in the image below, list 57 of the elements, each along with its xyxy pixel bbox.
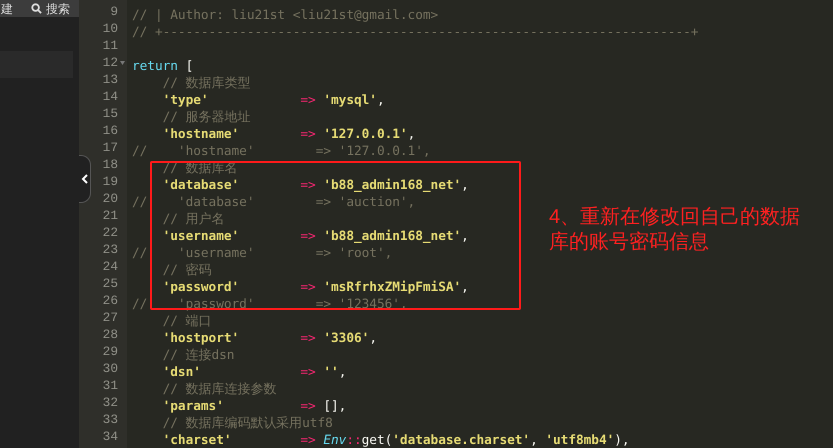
line-number: 27 [102,309,118,326]
code-line: 'hostport' => '3306', [162,331,377,346]
code-line: 'database' => 'b88_admin168_net', [162,178,469,193]
line-number: 30 [102,360,118,377]
chevron-left-icon [81,174,88,184]
line-number: 25 [102,275,118,292]
line-number: 20 [102,190,118,207]
line-number: 22 [102,224,118,241]
line-number: 16 [102,122,118,139]
collapse-handle[interactable] [79,155,91,203]
code-line: // 数据库连接参数 [162,382,276,397]
line-number: 17 [102,139,118,156]
line-number: 12 [102,54,118,71]
code-line: // 服务器地址 [162,110,250,125]
code-line: // 'password' => '123456', [132,297,408,312]
line-number: 13 [102,71,118,88]
line-number: 11 [102,37,118,54]
fold-arrow-icon[interactable] [120,61,125,65]
code-line: // 数据库编码默认采用utf8 [162,416,333,431]
line-number: 34 [102,428,118,445]
code-line: 'charset' => Env::get('database.charset', 'utf8mb4'), [162,433,630,448]
line-number: 26 [102,292,118,309]
line-number: 28 [102,326,118,343]
code-line: // 数据库类型 [162,76,250,91]
code-line: return [ [132,59,194,74]
code-line: // | Author: liu21st <liu21st@gmail.com> [132,8,438,23]
line-number: 9 [110,3,118,20]
line-number: 23 [102,241,118,258]
code-line: // 连接dsn [162,348,234,363]
line-number: 10 [102,20,118,37]
line-number: 14 [102,88,118,105]
code-line: 'dsn' => '', [162,365,346,380]
code-line: 'type' => 'mysql', [162,93,385,108]
code-line: 'password' => 'msRfrhxZMipFmiSA', [162,280,469,295]
code-line: // 用户名 [162,212,224,227]
code-line: // 'database' => 'auction', [132,195,416,210]
line-number: 19 [102,173,118,190]
toolbar-button[interactable]: 建 [1,0,13,17]
code-line: 'hostname' => '127.0.0.1', [162,127,416,142]
code-line: // +---------------------------------------------------------------------+ [132,25,698,40]
line-number: 18 [102,156,118,173]
search-icon [31,3,42,14]
line-number: 32 [102,394,118,411]
line-number: 31 [102,377,118,394]
line-number: 29 [102,343,118,360]
code-line: 'username' => 'b88_admin168_net', [162,229,469,244]
code-line: // 'hostname' => '127.0.0.1', [132,144,431,159]
code-line: // 密码 [162,263,212,278]
code-line: 'params' => [], [162,399,346,414]
search-button[interactable]: 搜索 [31,0,70,17]
line-number: 15 [102,105,118,122]
line-number: 24 [102,258,118,275]
annotation-text: 4、重新在修改回自己的数据库的账号密码信息 [549,205,802,255]
line-number: 21 [102,207,118,224]
line-number: 33 [102,411,118,428]
code-line: // 端口 [162,314,212,329]
code-line: // 'username' => 'root', [132,246,392,261]
